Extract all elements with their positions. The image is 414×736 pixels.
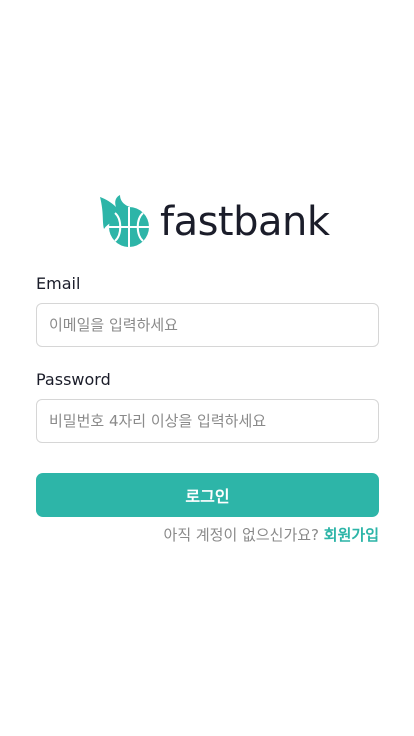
brand-name: fastbank [160,199,330,245]
signup-row: 아직 계정이 없으신가요? 회원가입 [36,525,379,545]
login-button[interactable]: 로그인 [36,473,379,517]
email-label: Email [36,274,81,293]
login-page: fastbank Email Password 로그인 아직 계정이 없으신가요… [0,0,414,736]
password-input[interactable] [36,399,379,443]
basketball-flame-icon [100,195,149,247]
password-label: Password [36,370,111,389]
signup-prompt: 아직 계정이 없으신가요? [163,526,320,544]
login-form: Email Password 로그인 아직 계정이 없으신가요? 회원가입 [36,270,379,545]
signup-link[interactable]: 회원가입 [324,526,379,544]
email-input[interactable] [36,303,379,347]
brand-logo: fastbank [96,193,330,251]
